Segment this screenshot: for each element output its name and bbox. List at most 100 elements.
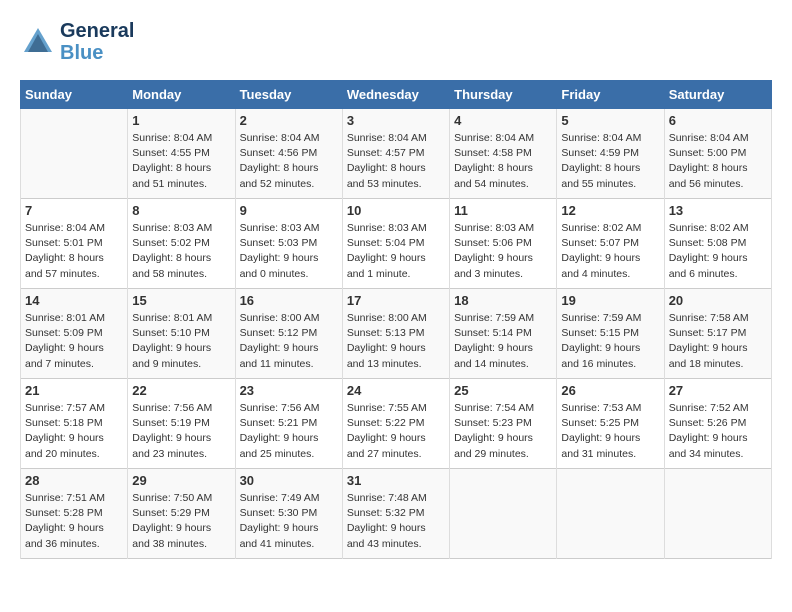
day-number: 8 — [132, 203, 230, 218]
calendar-cell: 26 Sunrise: 7:53 AM Sunset: 5:25 PM Dayli… — [557, 379, 664, 469]
weekday-header-monday: Monday — [128, 81, 235, 109]
day-content: Sunrise: 8:04 AM Sunset: 4:55 PM Dayligh… — [132, 131, 230, 192]
calendar-cell: 1 Sunrise: 8:04 AM Sunset: 4:55 PM Daylig… — [128, 109, 235, 199]
calendar-cell: 15Sunrise: 8:01 AM Sunset: 5:10 PM Dayli… — [128, 289, 235, 379]
calendar-cell — [450, 469, 557, 559]
calendar-week-row: 14 Sunrise: 8:01 AM Sunset: 5:09 PM Dayli… — [21, 289, 772, 379]
calendar-cell: 22 Sunrise: 7:56 AM Sunset: 5:19 PM Dayli… — [128, 379, 235, 469]
day-number: 21 — [25, 383, 123, 398]
weekday-header-sunday: Sunday — [21, 81, 128, 109]
day-number: 24 — [347, 383, 445, 398]
day-content: Sunrise: 7:49 AM Sunset: 5:30 PM Dayligh… — [240, 491, 338, 552]
day-content: Sunrise: 8:02 AM Sunset: 5:07 PM Dayligh… — [561, 221, 659, 282]
day-number: 1 — [132, 113, 230, 128]
day-number: 9 — [240, 203, 338, 218]
logo-icon — [20, 24, 56, 60]
day-number: 13 — [669, 203, 767, 218]
day-content: Sunrise: 8:00 AM Sunset: 5:12 PM Dayligh… — [240, 311, 338, 372]
calendar-cell: 8 Sunrise: 8:03 AM Sunset: 5:02 PM Daylig… — [128, 199, 235, 289]
day-content: Sunrise: 8:00 AM Sunset: 5:13 PM Dayligh… — [347, 311, 445, 372]
calendar-cell: 5 Sunrise: 8:04 AM Sunset: 4:59 PM Daylig… — [557, 109, 664, 199]
day-number: 20 — [669, 293, 767, 308]
day-content: Sunrise: 7:56 AM Sunset: 5:19 PM Dayligh… — [132, 401, 230, 462]
calendar-cell: 12Sunrise: 8:02 AM Sunset: 5:07 PM Dayli… — [557, 199, 664, 289]
calendar-header-row: SundayMondayTuesdayWednesdayThursdayFrid… — [21, 81, 772, 109]
day-number: 27 — [669, 383, 767, 398]
calendar-week-row: 21 Sunrise: 7:57 AM Sunset: 5:18 PM Dayli… — [21, 379, 772, 469]
day-content: Sunrise: 8:04 AM Sunset: 5:01 PM Dayligh… — [25, 221, 123, 282]
calendar-cell: 18Sunrise: 7:59 AM Sunset: 5:14 PM Dayli… — [450, 289, 557, 379]
day-number: 7 — [25, 203, 123, 218]
weekday-header-wednesday: Wednesday — [342, 81, 449, 109]
day-number: 23 — [240, 383, 338, 398]
weekday-header-tuesday: Tuesday — [235, 81, 342, 109]
day-content: Sunrise: 7:51 AM Sunset: 5:28 PM Dayligh… — [25, 491, 123, 552]
day-content: Sunrise: 7:48 AM Sunset: 5:32 PM Dayligh… — [347, 491, 445, 552]
day-number: 29 — [132, 473, 230, 488]
day-number: 11 — [454, 203, 552, 218]
day-number: 22 — [132, 383, 230, 398]
calendar-cell: 20 Sunrise: 7:58 AM Sunset: 5:17 PM Dayli… — [664, 289, 771, 379]
day-content: Sunrise: 7:59 AM Sunset: 5:14 PM Dayligh… — [454, 311, 552, 372]
calendar-cell: 31 Sunrise: 7:48 AM Sunset: 5:32 PM Dayli… — [342, 469, 449, 559]
calendar-cell: 30Sunrise: 7:49 AM Sunset: 5:30 PM Dayli… — [235, 469, 342, 559]
day-content: Sunrise: 8:04 AM Sunset: 4:59 PM Dayligh… — [561, 131, 659, 192]
calendar-cell: 6 Sunrise: 8:04 AM Sunset: 5:00 PM Daylig… — [664, 109, 771, 199]
weekday-header-saturday: Saturday — [664, 81, 771, 109]
calendar-cell: 16 Sunrise: 8:00 AM Sunset: 5:12 PM Dayli… — [235, 289, 342, 379]
weekday-header-friday: Friday — [557, 81, 664, 109]
day-content: Sunrise: 8:04 AM Sunset: 4:58 PM Dayligh… — [454, 131, 552, 192]
calendar-cell: 27 Sunrise: 7:52 AM Sunset: 5:26 PM Dayli… — [664, 379, 771, 469]
calendar-cell: 7 Sunrise: 8:04 AM Sunset: 5:01 PM Daylig… — [21, 199, 128, 289]
day-number: 14 — [25, 293, 123, 308]
day-number: 6 — [669, 113, 767, 128]
calendar-cell: 2 Sunrise: 8:04 AM Sunset: 4:56 PM Daylig… — [235, 109, 342, 199]
day-content: Sunrise: 7:52 AM Sunset: 5:26 PM Dayligh… — [669, 401, 767, 462]
day-content: Sunrise: 8:02 AM Sunset: 5:08 PM Dayligh… — [669, 221, 767, 282]
calendar-table: SundayMondayTuesdayWednesdayThursdayFrid… — [20, 80, 772, 559]
day-content: Sunrise: 7:53 AM Sunset: 5:25 PM Dayligh… — [561, 401, 659, 462]
day-number: 16 — [240, 293, 338, 308]
calendar-cell: 13 Sunrise: 8:02 AM Sunset: 5:08 PM Dayli… — [664, 199, 771, 289]
calendar-week-row: 7 Sunrise: 8:04 AM Sunset: 5:01 PM Daylig… — [21, 199, 772, 289]
day-number: 2 — [240, 113, 338, 128]
day-content: Sunrise: 7:56 AM Sunset: 5:21 PM Dayligh… — [240, 401, 338, 462]
calendar-week-row: 1 Sunrise: 8:04 AM Sunset: 4:55 PM Daylig… — [21, 109, 772, 199]
day-content: Sunrise: 8:03 AM Sunset: 5:02 PM Dayligh… — [132, 221, 230, 282]
day-content: Sunrise: 8:03 AM Sunset: 5:03 PM Dayligh… — [240, 221, 338, 282]
day-content: Sunrise: 7:54 AM Sunset: 5:23 PM Dayligh… — [454, 401, 552, 462]
calendar-cell: 19 Sunrise: 7:59 AM Sunset: 5:15 PM Dayli… — [557, 289, 664, 379]
logo-text-line2: Blue — [60, 42, 134, 64]
calendar-cell: 10 Sunrise: 8:03 AM Sunset: 5:04 PM Dayli… — [342, 199, 449, 289]
calendar-cell: 29 Sunrise: 7:50 AM Sunset: 5:29 PM Dayli… — [128, 469, 235, 559]
day-number: 5 — [561, 113, 659, 128]
calendar-cell: 17Sunrise: 8:00 AM Sunset: 5:13 PM Dayli… — [342, 289, 449, 379]
day-content: Sunrise: 7:50 AM Sunset: 5:29 PM Dayligh… — [132, 491, 230, 552]
calendar-cell: 11 Sunrise: 8:03 AM Sunset: 5:06 PM Dayli… — [450, 199, 557, 289]
logo: General Blue — [20, 20, 134, 64]
day-content: Sunrise: 7:55 AM Sunset: 5:22 PM Dayligh… — [347, 401, 445, 462]
day-number: 19 — [561, 293, 659, 308]
calendar-cell — [21, 109, 128, 199]
calendar-cell: 9 Sunrise: 8:03 AM Sunset: 5:03 PM Daylig… — [235, 199, 342, 289]
day-number: 15 — [132, 293, 230, 308]
calendar-cell: 23 Sunrise: 7:56 AM Sunset: 5:21 PM Dayli… — [235, 379, 342, 469]
day-content: Sunrise: 7:59 AM Sunset: 5:15 PM Dayligh… — [561, 311, 659, 372]
calendar-cell: 24 Sunrise: 7:55 AM Sunset: 5:22 PM Dayli… — [342, 379, 449, 469]
day-number: 10 — [347, 203, 445, 218]
day-content: Sunrise: 7:58 AM Sunset: 5:17 PM Dayligh… — [669, 311, 767, 372]
calendar-cell — [664, 469, 771, 559]
calendar-cell: 28 Sunrise: 7:51 AM Sunset: 5:28 PM Dayli… — [21, 469, 128, 559]
day-number: 31 — [347, 473, 445, 488]
logo-text-line1: General — [60, 20, 134, 42]
day-content: Sunrise: 8:04 AM Sunset: 4:56 PM Dayligh… — [240, 131, 338, 192]
day-content: Sunrise: 8:01 AM Sunset: 5:09 PM Dayligh… — [25, 311, 123, 372]
day-content: Sunrise: 7:57 AM Sunset: 5:18 PM Dayligh… — [25, 401, 123, 462]
day-content: Sunrise: 8:03 AM Sunset: 5:06 PM Dayligh… — [454, 221, 552, 282]
day-content: Sunrise: 8:03 AM Sunset: 5:04 PM Dayligh… — [347, 221, 445, 282]
day-number: 26 — [561, 383, 659, 398]
day-number: 28 — [25, 473, 123, 488]
day-content: Sunrise: 8:04 AM Sunset: 5:00 PM Dayligh… — [669, 131, 767, 192]
calendar-cell: 14 Sunrise: 8:01 AM Sunset: 5:09 PM Dayli… — [21, 289, 128, 379]
day-content: Sunrise: 8:04 AM Sunset: 4:57 PM Dayligh… — [347, 131, 445, 192]
